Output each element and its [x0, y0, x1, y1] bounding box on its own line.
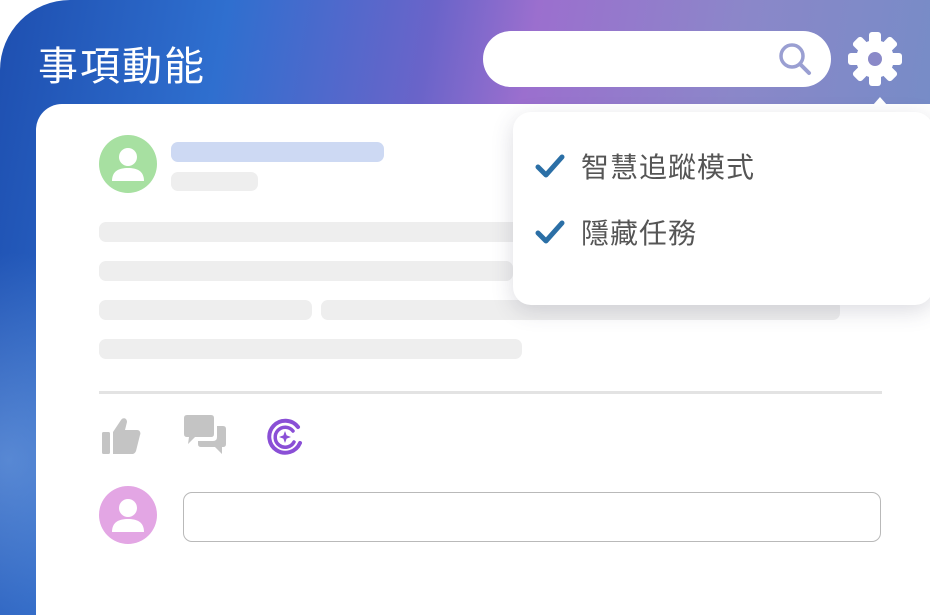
- search-icon[interactable]: [775, 39, 815, 79]
- dropdown-pointer: [866, 97, 894, 113]
- content-line-placeholder: [99, 261, 513, 281]
- gear-icon[interactable]: [846, 30, 904, 88]
- post-divider: [99, 391, 882, 394]
- menu-item-label: 智慧追蹤模式: [581, 151, 756, 184]
- content-line-placeholder: [99, 339, 522, 359]
- comment-icon[interactable]: [182, 414, 228, 456]
- search-bar[interactable]: [483, 31, 831, 87]
- ai-assistant-icon[interactable]: [266, 418, 304, 456]
- search-input[interactable]: [507, 41, 771, 79]
- user-icon: [112, 499, 144, 532]
- menu-item-label: 隱藏任務: [581, 217, 698, 250]
- content-line-placeholder: [99, 300, 312, 320]
- post-meta-placeholder: [171, 172, 258, 191]
- menu-item-smart-tracking[interactable]: 智慧追蹤模式: [535, 144, 755, 188]
- comment-input[interactable]: [183, 492, 881, 542]
- commenter-avatar[interactable]: [99, 486, 157, 544]
- thumbs-up-icon[interactable]: [100, 414, 142, 456]
- check-icon: [535, 154, 565, 178]
- menu-item-hide-tasks[interactable]: 隱藏任務: [535, 210, 697, 254]
- check-icon: [535, 220, 565, 244]
- settings-dropdown: 智慧追蹤模式 隱藏任務: [513, 112, 930, 305]
- post-author-avatar[interactable]: [99, 135, 157, 193]
- app-title: 事項動能: [38, 44, 206, 90]
- app-window: 事項動能 智慧追蹤模式 隱藏任務: [0, 0, 930, 615]
- author-name-placeholder: [171, 142, 384, 162]
- user-icon: [112, 148, 144, 181]
